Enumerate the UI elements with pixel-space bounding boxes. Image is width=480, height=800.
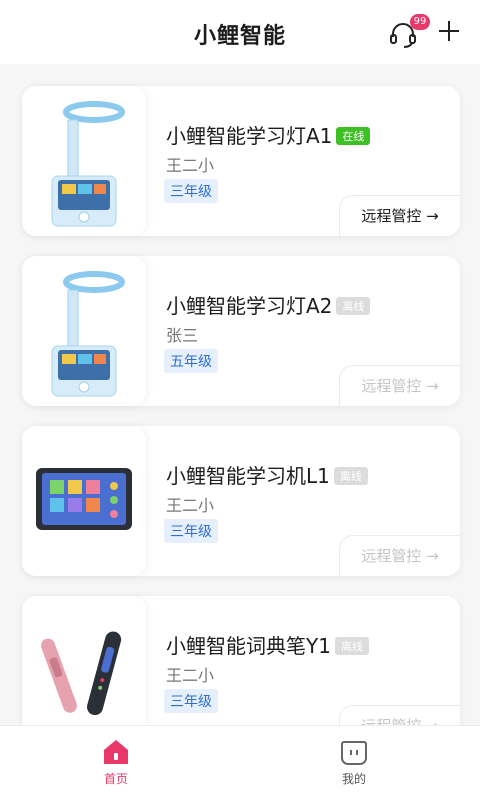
status-badge: 离线	[336, 297, 371, 315]
dictionary-pen-image	[41, 631, 122, 716]
remote-control-button[interactable]: 远程管控 →	[339, 195, 460, 236]
device-name: 小鲤智能学习灯A2 离线	[166, 290, 371, 319]
bottom-tab-bar: 首页 我的	[0, 725, 480, 800]
device-image	[22, 596, 146, 746]
device-image	[22, 256, 146, 406]
status-badge: 离线	[333, 467, 368, 485]
notification-badge: 99	[410, 14, 430, 30]
device-name-text: 小鲤智能学习灯A2	[166, 294, 333, 318]
device-image	[22, 426, 146, 576]
device-name: 小鲤智能词典笔Y1 离线	[166, 630, 369, 659]
device-card[interactable]: 小鲤智能学习机L1 离线 王二小 三年级 远程管控 →	[22, 426, 460, 576]
desk-lamp-image	[51, 101, 125, 227]
tab-mine[interactable]: 我的	[314, 738, 394, 787]
device-name-text: 小鲤智能学习机L1	[166, 464, 330, 488]
tab-home-label: 首页	[103, 772, 128, 786]
device-name: 小鲤智能学习灯A1 在线	[166, 120, 371, 149]
tab-mine-label: 我的	[341, 772, 366, 786]
status-badge: 在线	[336, 127, 371, 145]
device-name-text: 小鲤智能词典笔Y1	[166, 634, 331, 658]
add-device-icon[interactable]	[436, 18, 462, 44]
top-bar: 小鲤智能 99	[0, 0, 480, 64]
device-user: 张三	[166, 326, 199, 345]
device-card[interactable]: 小鲤智能学习灯A1 在线 王二小 三年级 远程管控 →	[22, 86, 460, 236]
device-card[interactable]: 小鲤智能词典笔Y1离线 王二小 三年级 远程管控 →	[22, 596, 460, 746]
grade-tag: 三年级	[164, 689, 218, 713]
grade-tag: 三年级	[164, 179, 218, 203]
device-name: 小鲤智能学习机L1 离线	[166, 460, 368, 489]
device-user: 王二小	[166, 496, 215, 515]
grade-tag: 三年级	[164, 519, 218, 543]
tab-home[interactable]: 首页	[76, 738, 156, 787]
tablet-image	[36, 468, 132, 530]
remote-control-button[interactable]: 远程管控 →	[339, 365, 460, 406]
device-card[interactable]: 小鲤智能学习灯A2 离线 张三 五年级 远程管控 →	[22, 256, 460, 406]
status-badge: 离线	[334, 637, 369, 655]
device-user: 王二小	[166, 156, 215, 175]
profile-icon	[341, 741, 367, 765]
remote-control-button[interactable]: 远程管控 →	[339, 535, 460, 576]
device-name-text: 小鲤智能学习灯A1	[166, 124, 333, 148]
device-user: 王二小	[166, 666, 215, 685]
device-image	[22, 86, 146, 236]
home-icon	[104, 740, 128, 764]
grade-tag: 五年级	[164, 349, 218, 373]
desk-lamp-image	[51, 271, 125, 397]
